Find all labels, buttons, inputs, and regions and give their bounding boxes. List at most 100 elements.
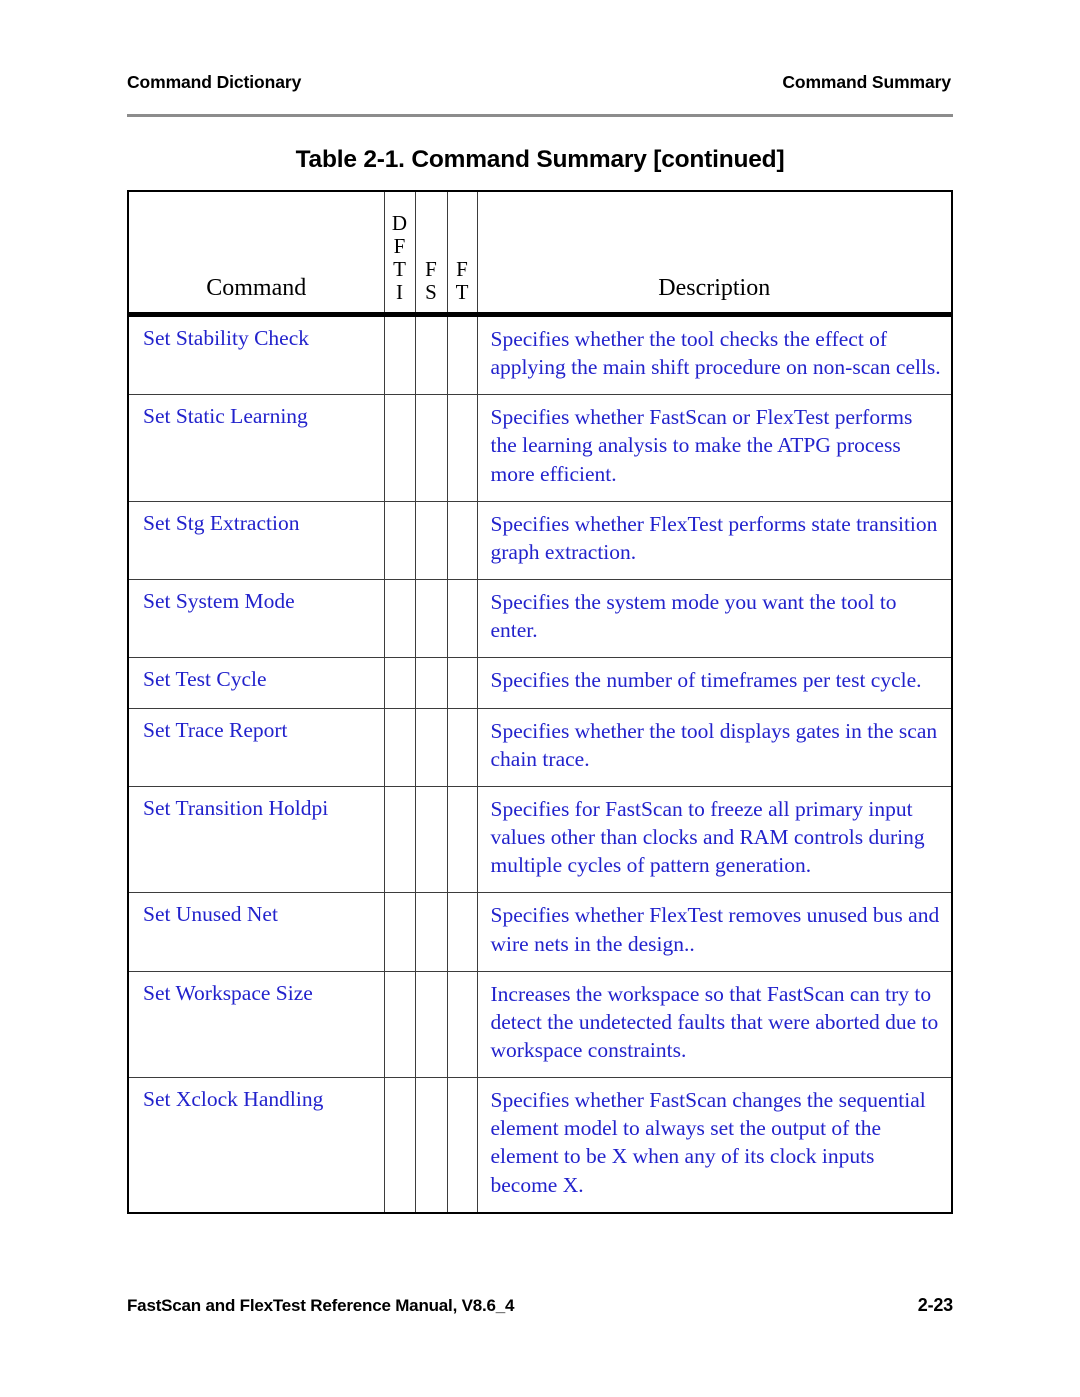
cell-description: Specifies whether FlexTest removes unuse… — [476, 892, 953, 972]
cell-dfti-mark — [383, 1077, 416, 1214]
cell-dfti-mark — [383, 394, 416, 502]
cell-description: Specifies whether FlexTest performs stat… — [476, 500, 953, 581]
description-text: Specifies the number of timeframes per t… — [490, 668, 922, 693]
table-body: Set Stability Check Specifies whether the… — [127, 313, 953, 1214]
cell-ft-mark — [446, 657, 478, 709]
column-header-description: Description — [476, 190, 953, 317]
footer-manual-title: FastScan and FlexTest Reference Manual, … — [127, 1296, 515, 1315]
cell-dfti-mark — [383, 579, 416, 659]
cell-description: Specifies whether the tool checks the ef… — [476, 313, 953, 396]
cell-fs-mark — [414, 579, 448, 659]
cell-ft-mark — [446, 394, 478, 502]
column-header-command-label: Command — [206, 275, 307, 302]
cell-command[interactable]: Set Static Learning — [127, 394, 385, 502]
description-text: Specifies whether FastScan or FlexTest p… — [490, 405, 913, 486]
cell-fs-mark — [414, 707, 448, 787]
cell-ft-mark — [446, 500, 478, 581]
description-text: Specifies whether the tool displays gate… — [490, 718, 938, 771]
header-divider-rule — [127, 114, 953, 117]
description-text: Increases the workspace so that FastScan… — [490, 981, 939, 1062]
table-row: Set Trace Report Specifies whether the to… — [127, 707, 953, 787]
description-text: Specifies for FastScan to freeze all pri… — [490, 796, 925, 878]
cell-fs-mark — [414, 657, 448, 709]
cell-description: Specifies whether FastScan or FlexTest p… — [476, 394, 953, 502]
cell-command[interactable]: Set Unused Net — [127, 892, 385, 972]
cell-ft-mark — [446, 1077, 478, 1214]
description-text: Specifies whether FastScan changes the s… — [490, 1088, 926, 1197]
footer-page-number: 2-23 — [917, 1295, 953, 1315]
cell-dfti-mark — [383, 892, 416, 972]
dfti-letter-2: F — [393, 233, 406, 258]
cell-dfti-mark — [383, 500, 416, 581]
command-summary-table: Command D F T I F S F T Description Set … — [127, 190, 953, 1214]
table-row: Set Unused Net Specifies whether FlexTest… — [127, 892, 953, 972]
command-summary-table-wrapper: Command D F T I F S F T Description Set … — [127, 190, 953, 1214]
cell-dfti-mark — [383, 970, 416, 1079]
cell-ft-mark — [446, 785, 478, 894]
cell-ft-mark — [446, 313, 478, 396]
ft-letter-2: T — [455, 279, 469, 304]
cell-description: Specifies for FastScan to freeze all pri… — [476, 785, 953, 894]
command-link[interactable]: Set Static Learning — [129, 395, 384, 444]
table-row: Set Xclock Handling Specifies whether Fas… — [127, 1077, 953, 1214]
cell-description: Specifies the system mode you want the t… — [476, 579, 953, 659]
cell-ft-mark — [446, 892, 478, 972]
cell-command[interactable]: Set Trace Report — [127, 707, 385, 787]
column-header-fs: F S — [414, 190, 448, 317]
dfti-letter-4: I — [395, 279, 403, 304]
command-link[interactable]: Set System Mode — [129, 580, 384, 629]
column-header-ft: F T — [446, 190, 478, 317]
column-header-dfti-stack: D F T I — [392, 211, 407, 304]
cell-description: Increases the workspace so that FastScan… — [476, 970, 953, 1079]
description-text: Specifies whether FlexTest removes unuse… — [490, 903, 940, 956]
cell-fs-mark — [414, 970, 448, 1079]
table-row: Set Static Learning Specifies whether Fas… — [127, 394, 953, 502]
document-page: Command Dictionary Command Summary Table… — [0, 0, 1080, 1397]
cell-command[interactable]: Set Workspace Size — [127, 970, 385, 1079]
command-link[interactable]: Set Stg Extraction — [129, 502, 384, 551]
cell-command[interactable]: Set Stg Extraction — [127, 500, 385, 581]
table-header-row: Command D F T I F S F T Description — [127, 190, 953, 317]
running-head-left: Command Dictionary — [127, 72, 302, 92]
cell-command[interactable]: Set Test Cycle — [127, 657, 385, 709]
table-row: Set Stg Extraction Specifies whether Flex… — [127, 500, 953, 581]
command-link[interactable]: Set Trace Report — [129, 709, 384, 758]
cell-fs-mark — [414, 394, 448, 502]
command-link[interactable]: Set Xclock Handling — [129, 1078, 384, 1127]
command-link[interactable]: Set Unused Net — [129, 893, 384, 942]
page-footer: FastScan and FlexTest Reference Manual, … — [127, 1295, 953, 1316]
command-link[interactable]: Set Transition Holdpi — [129, 787, 384, 836]
table-row: Set Test Cycle Specifies the number of ti… — [127, 657, 953, 709]
cell-fs-mark — [414, 500, 448, 581]
running-head: Command Dictionary Command Summary — [127, 72, 951, 93]
description-text: Specifies whether FlexTest performs stat… — [490, 511, 938, 564]
command-link[interactable]: Set Test Cycle — [129, 658, 384, 707]
cell-ft-mark — [446, 707, 478, 787]
cell-fs-mark — [414, 785, 448, 894]
column-header-fs-stack: F S — [425, 256, 437, 304]
cell-fs-mark — [414, 1077, 448, 1214]
fs-letter-1: F — [425, 256, 437, 281]
column-header-description-label: Description — [658, 275, 771, 302]
column-header-ft-stack: F T — [455, 256, 469, 304]
fs-letter-2: S — [425, 279, 437, 304]
cell-dfti-mark — [383, 785, 416, 894]
command-link[interactable]: Set Stability Check — [129, 317, 384, 366]
cell-command[interactable]: Set Transition Holdpi — [127, 785, 385, 894]
column-header-dfti: D F T I — [383, 190, 416, 317]
command-link[interactable]: Set Workspace Size — [129, 972, 384, 1021]
cell-command[interactable]: Set Xclock Handling — [127, 1077, 385, 1214]
cell-fs-mark — [414, 892, 448, 972]
column-header-command: Command — [127, 190, 385, 317]
cell-command[interactable]: Set System Mode — [127, 579, 385, 659]
cell-dfti-mark — [383, 657, 416, 709]
table-header: Command D F T I F S F T Description — [127, 190, 953, 317]
table-row: Set Stability Check Specifies whether the… — [127, 313, 953, 396]
table-title: Table 2-1. Command Summary [continued] — [295, 146, 785, 173]
ft-letter-1: F — [456, 256, 468, 281]
cell-fs-mark — [414, 313, 448, 396]
cell-command[interactable]: Set Stability Check — [127, 313, 385, 396]
table-row: Set Transition Holdpi Specifies for FastS… — [127, 785, 953, 894]
cell-dfti-mark — [383, 313, 416, 396]
running-head-right: Command Summary — [782, 72, 951, 92]
